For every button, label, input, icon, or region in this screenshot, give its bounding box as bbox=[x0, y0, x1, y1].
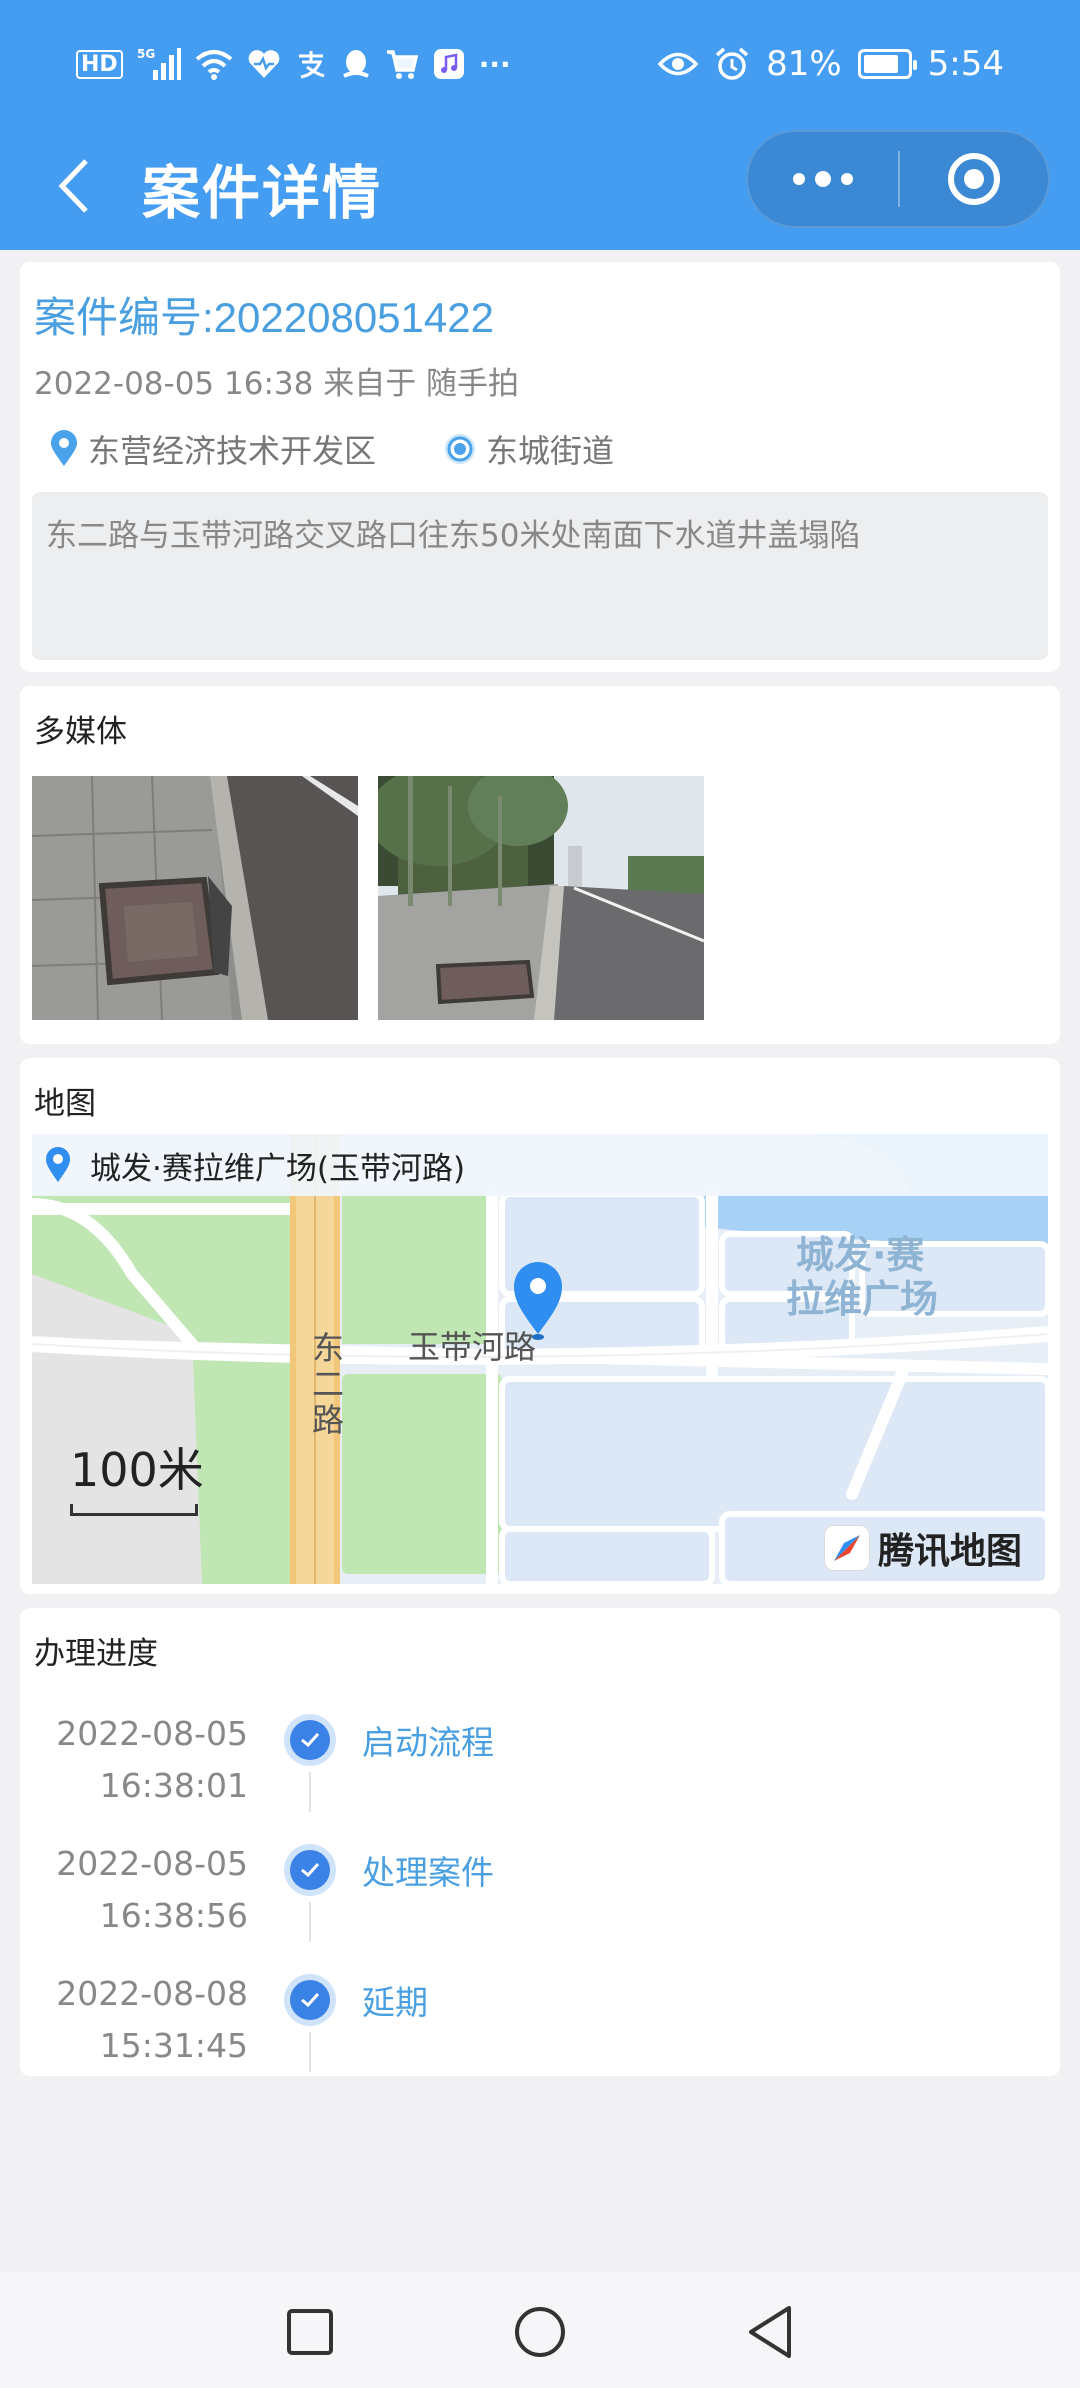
road-label-donger: 东二路 bbox=[311, 1329, 344, 1439]
miniprogram-capsule bbox=[746, 130, 1050, 228]
timeline-step: 2022-08-05 16:38:56 处理案件 bbox=[20, 1822, 1060, 1952]
step-datetime: 2022-08-05 16:38:56 bbox=[56, 1838, 248, 1942]
progress-section-title: 办理进度 bbox=[34, 1636, 158, 1672]
map-pin-icon bbox=[46, 1147, 70, 1182]
alipay-icon bbox=[295, 48, 327, 80]
case-number: 案件编号:202208051422 bbox=[34, 294, 494, 341]
alarm-icon bbox=[714, 46, 750, 82]
home-circle-icon bbox=[515, 2307, 565, 2357]
step-check-icon bbox=[284, 1714, 336, 1766]
timeline-step: 2022-08-08 15:31:45 延期 bbox=[20, 1952, 1060, 2082]
map-address: 城发·赛拉维广场(玉带河路) bbox=[90, 1150, 466, 1187]
battery-percent: 81% bbox=[766, 44, 842, 84]
step-time: 16:38:56 bbox=[99, 1896, 248, 1935]
app-header: HD 5G ··· 81% 5:54 案件详情 bbox=[0, 0, 1080, 250]
system-nav-bar bbox=[0, 2272, 1080, 2388]
map-canvas: 城发·赛 拉维广场 bbox=[32, 1134, 1048, 1584]
network-label: 5G bbox=[137, 47, 155, 61]
status-bar: HD 5G ··· 81% 5:54 bbox=[0, 0, 1080, 130]
more-dot bbox=[815, 171, 831, 187]
case-meta: 2022-08-05 16:38 来自于 随手拍 bbox=[34, 366, 520, 402]
media-image-1[interactable] bbox=[32, 776, 358, 1020]
district-label: 东营经济技术开发区 bbox=[88, 432, 377, 470]
step-date: 2022-08-05 bbox=[56, 1714, 248, 1753]
location-target-icon bbox=[445, 434, 476, 464]
more-button[interactable] bbox=[748, 132, 898, 226]
map-scale: 100米 bbox=[70, 1434, 204, 1516]
step-label: 延期 bbox=[362, 1983, 428, 2022]
back-triangle-icon bbox=[749, 2306, 791, 2358]
map-address-bar: 城发·赛拉维广场(玉带河路) bbox=[32, 1134, 1048, 1196]
media-image-2[interactable] bbox=[378, 776, 704, 1020]
timeline-connector bbox=[309, 1902, 311, 1942]
map-pin-icon bbox=[51, 430, 77, 466]
district-tag: 东营经济技术开发区 bbox=[48, 426, 376, 472]
more-dots-icon: ··· bbox=[478, 47, 511, 81]
home-button[interactable] bbox=[510, 2302, 570, 2362]
close-button[interactable] bbox=[900, 132, 1048, 226]
step-time: 16:38:01 bbox=[99, 1766, 248, 1805]
clock: 5:54 bbox=[927, 44, 1004, 84]
timeline-connector bbox=[309, 2032, 311, 2072]
step-datetime: 2022-08-05 16:38:01 bbox=[56, 1708, 248, 1812]
music-icon bbox=[433, 48, 465, 80]
back-button[interactable] bbox=[44, 154, 104, 218]
roadside-overview-photo bbox=[378, 776, 704, 1020]
status-left-icons: HD 5G ··· bbox=[76, 42, 511, 86]
map-scale-label: 100米 bbox=[70, 1443, 204, 1497]
system-back-button[interactable] bbox=[740, 2302, 800, 2362]
eye-icon bbox=[658, 49, 699, 79]
shopping-cart-icon bbox=[385, 48, 419, 80]
poi-label-line1: 城发·赛 bbox=[796, 1233, 925, 1277]
case-description: 东二路与玉带河路交叉路口往东50米处南面下水道井盖塌陷 bbox=[32, 492, 1048, 660]
step-datetime: 2022-08-08 15:31:45 bbox=[56, 1968, 248, 2072]
tencent-map-logo-icon bbox=[823, 1525, 870, 1571]
battery-icon bbox=[857, 49, 917, 79]
street-tag: 东城街道 bbox=[442, 426, 614, 472]
step-time: 15:31:45 bbox=[99, 2026, 248, 2065]
timeline-connector bbox=[309, 1772, 311, 1812]
poi-label-line2: 拉维广场 bbox=[786, 1277, 938, 1321]
5g-signal-icon: 5G bbox=[137, 46, 181, 82]
step-check-icon bbox=[284, 1974, 336, 2026]
step-label: 启动流程 bbox=[362, 1723, 494, 1762]
more-dot bbox=[793, 173, 805, 185]
health-icon bbox=[247, 48, 281, 80]
battery-fill bbox=[863, 55, 898, 73]
chevron-left-icon bbox=[58, 159, 88, 213]
map-provider: 腾讯地图 bbox=[823, 1522, 1022, 1574]
recent-apps-square-icon bbox=[287, 2309, 333, 2355]
media-section-title: 多媒体 bbox=[34, 714, 127, 750]
map-provider-label: 腾讯地图 bbox=[877, 1531, 1022, 1572]
hd-icon: HD bbox=[76, 49, 123, 79]
nav-bar: 案件详情 bbox=[0, 130, 1080, 250]
step-date: 2022-08-08 bbox=[56, 1974, 248, 2013]
street-label: 东城街道 bbox=[486, 432, 615, 470]
media-card: 多媒体 bbox=[20, 686, 1060, 1044]
map-section-title: 地图 bbox=[34, 1086, 96, 1122]
step-date: 2022-08-05 bbox=[56, 1844, 248, 1883]
progress-card: 办理进度 2022-08-05 16:38:01 启动流程 2022-08-05 1… bbox=[20, 1608, 1060, 2076]
case-info-card: 案件编号:202208051422 2022-08-05 16:38 来自于 随… bbox=[20, 262, 1060, 672]
manhole-closeup-photo bbox=[32, 776, 358, 1020]
recent-apps-button[interactable] bbox=[280, 2302, 340, 2362]
map-scale-bar bbox=[70, 1504, 198, 1516]
location-row: 东营经济技术开发区 东城街道 bbox=[48, 426, 680, 472]
status-right-icons: 81% 5:54 bbox=[658, 40, 1004, 88]
wifi-icon bbox=[195, 48, 233, 80]
qq-icon bbox=[341, 48, 371, 80]
map-view[interactable]: 城发·赛 拉维广场 城发·赛拉维广场(玉带河路) 玉带河路 东二路 100米 腾… bbox=[32, 1134, 1048, 1584]
more-dot bbox=[841, 173, 853, 185]
target-close-icon bbox=[948, 153, 1000, 205]
step-label: 处理案件 bbox=[362, 1853, 494, 1892]
road-label-yudaihe: 玉带河路 bbox=[408, 1328, 537, 1366]
step-check-icon bbox=[284, 1844, 336, 1896]
timeline-step: 2022-08-05 16:38:01 启动流程 bbox=[20, 1692, 1060, 1822]
map-card: 地图 城发·赛 拉维广场 城发·赛拉维广场(玉带河路) 玉带河路 东二路 100… bbox=[20, 1058, 1060, 1594]
page-title: 案件详情 bbox=[142, 159, 383, 227]
